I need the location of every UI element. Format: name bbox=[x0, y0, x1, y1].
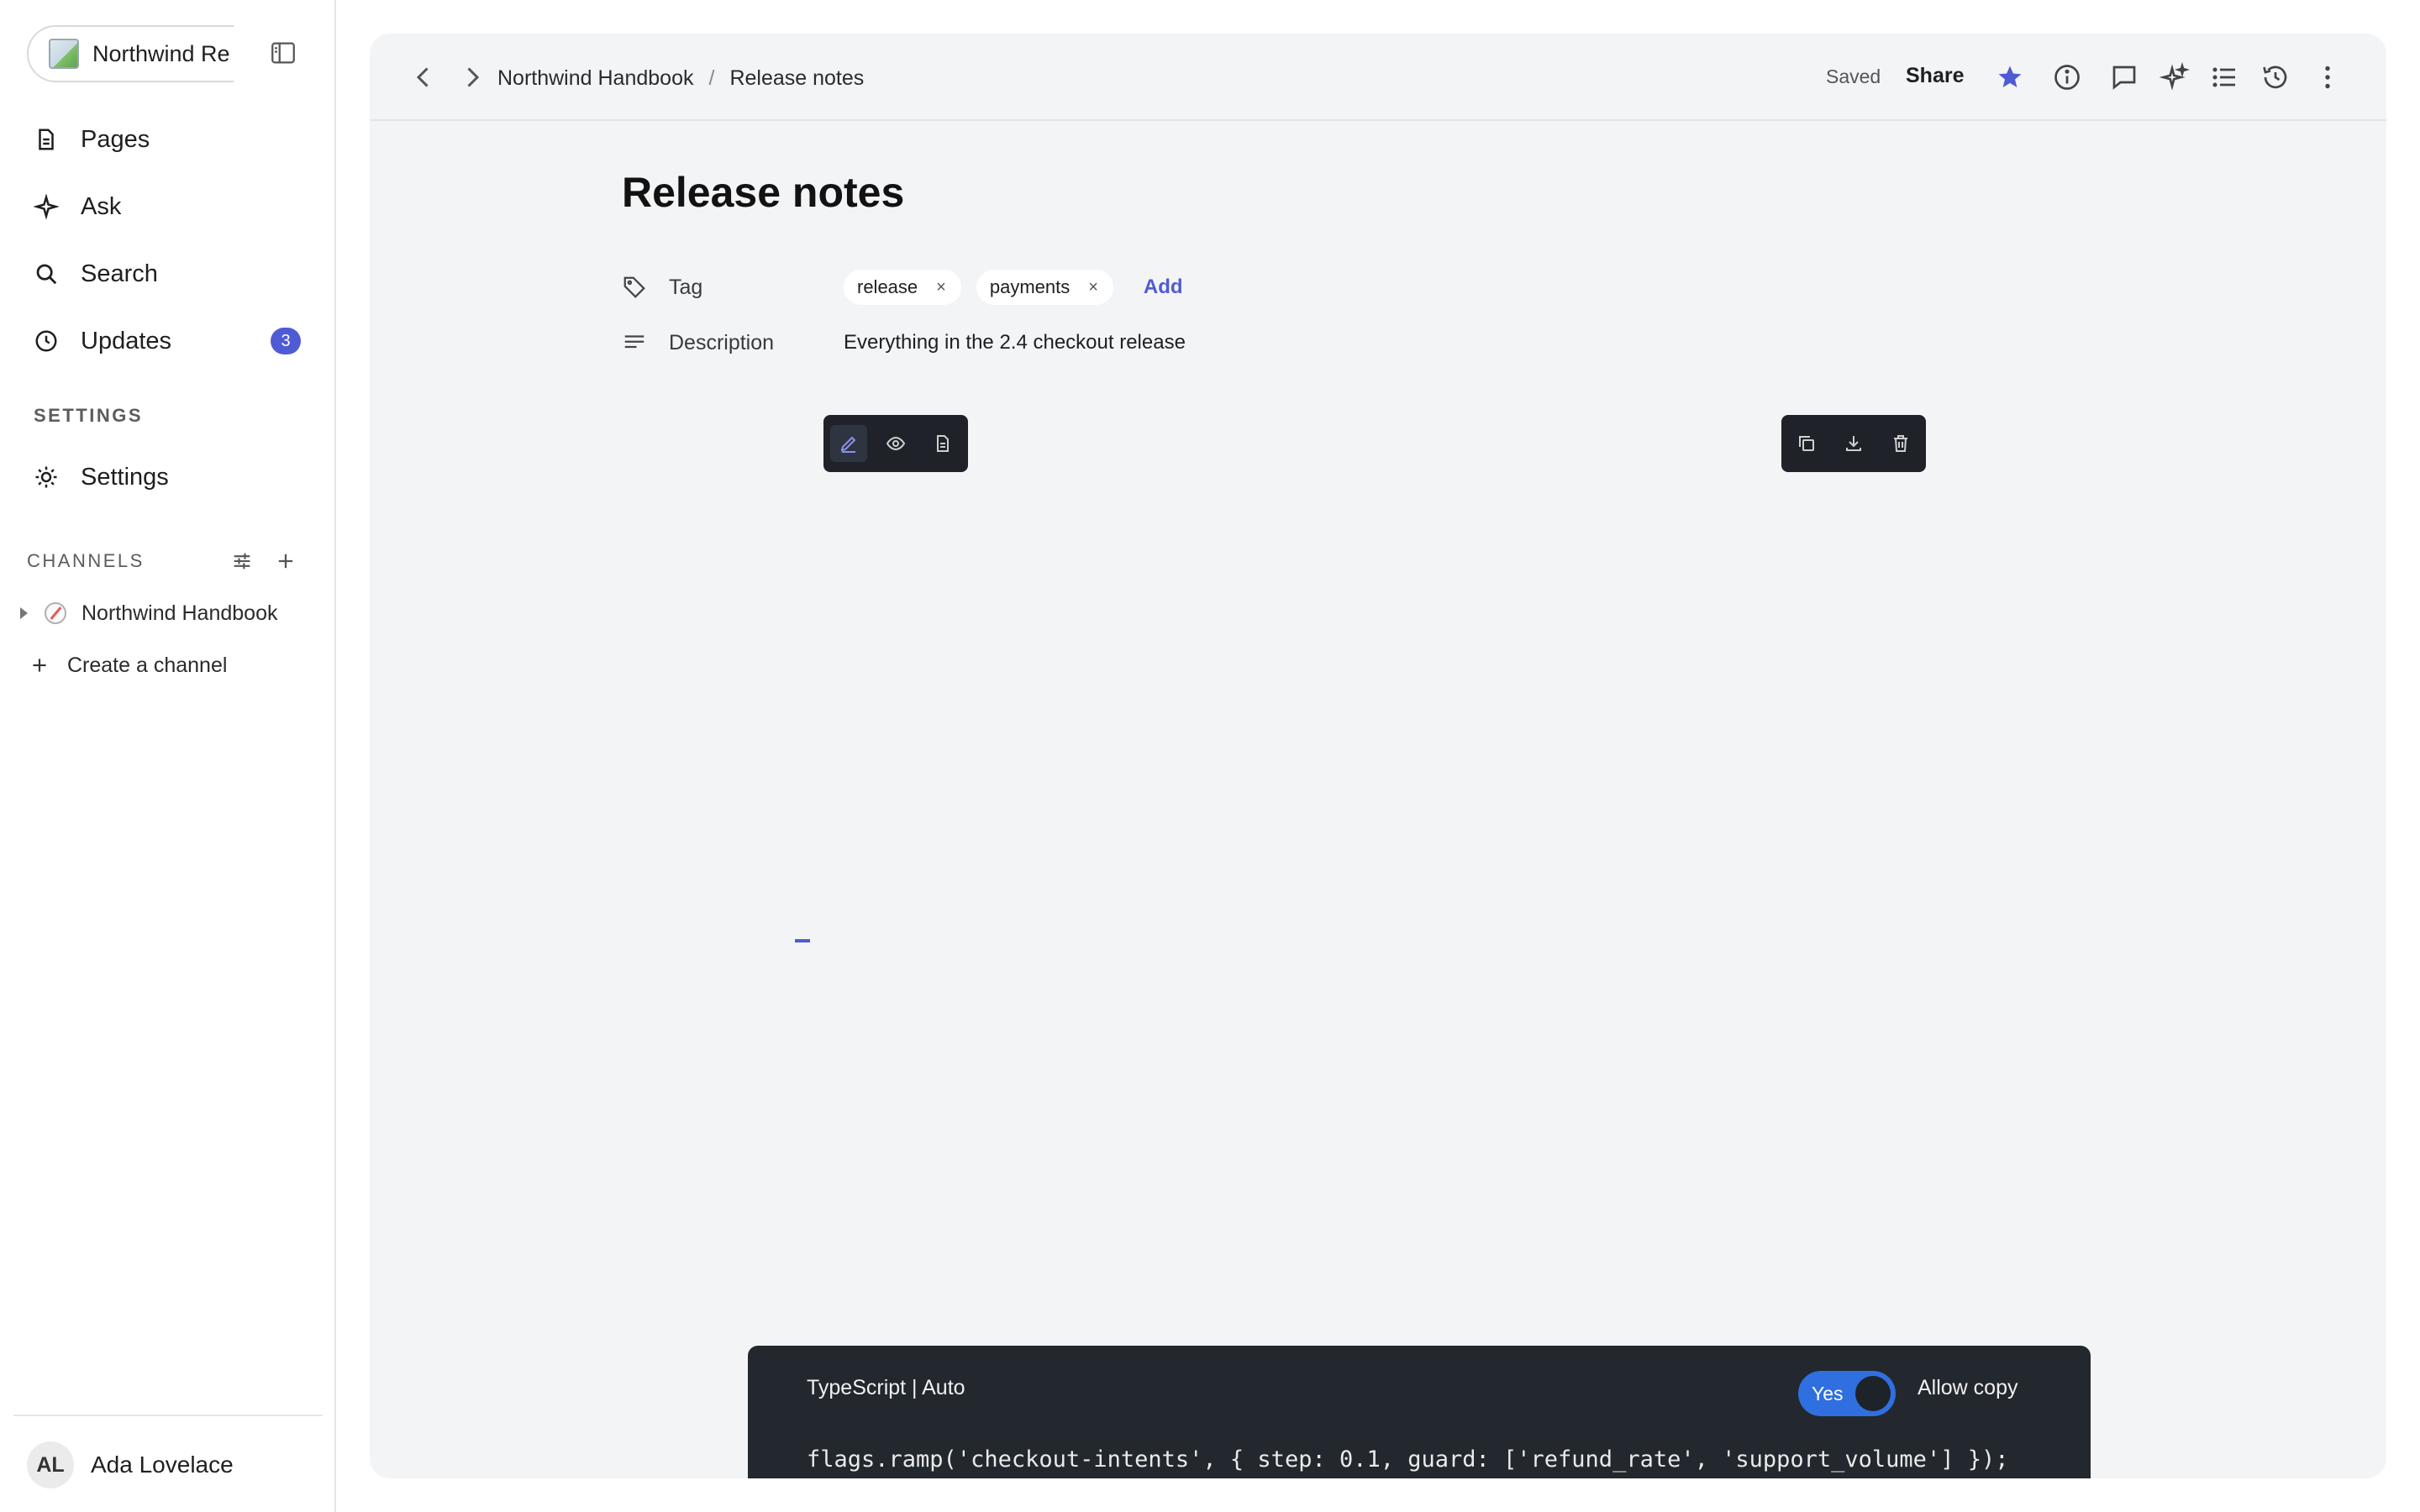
save-status: Saved bbox=[1826, 66, 1881, 87]
copy-block-button[interactable] bbox=[1788, 425, 1825, 462]
star-icon[interactable] bbox=[1995, 62, 2025, 92]
channel-label: Northwind Handbook bbox=[82, 601, 278, 625]
sidebar-item-ask[interactable]: Ask bbox=[22, 173, 316, 240]
back-arrow-icon[interactable] bbox=[408, 62, 439, 92]
share-button[interactable]: Share bbox=[1906, 64, 1964, 88]
create-channel-label: Create a channel bbox=[67, 653, 228, 677]
updates-count-badge: 3 bbox=[271, 328, 301, 354]
divider bbox=[13, 1415, 323, 1416]
compass-icon bbox=[45, 602, 66, 624]
download-icon bbox=[1846, 436, 1861, 451]
allow-copy-label: Allow copy bbox=[1918, 1376, 2018, 1399]
download-block-button[interactable] bbox=[1835, 425, 1872, 462]
sidebar-item-label: Updates bbox=[81, 327, 172, 354]
remove-tag-icon[interactable]: × bbox=[1088, 278, 1098, 297]
search-icon bbox=[36, 264, 57, 285]
sidebar-item-search[interactable]: Search bbox=[22, 240, 316, 307]
tag-chip-label: payments bbox=[989, 276, 1071, 297]
tag-icon bbox=[623, 276, 645, 298]
block-actions-toolbar bbox=[1781, 415, 1926, 472]
page-title[interactable]: Release notes bbox=[622, 168, 2134, 222]
channels-header: CHANNELS bbox=[27, 546, 304, 576]
text-lines-icon bbox=[624, 335, 644, 349]
settings-section-label: SETTINGS bbox=[34, 405, 144, 426]
trash-icon bbox=[1894, 435, 1907, 452]
description-value[interactable]: Everything in the 2.4 checkout release bbox=[844, 331, 1186, 354]
toggle-label: Yes bbox=[1812, 1382, 1844, 1404]
main-panel: Northwind Handbook / Release notes Saved… bbox=[370, 34, 2386, 1478]
allow-copy-toggle[interactable]: Yes bbox=[1798, 1371, 1896, 1416]
forward-arrow-icon[interactable] bbox=[457, 62, 487, 92]
avatar: AL bbox=[27, 1441, 74, 1488]
outline-list-icon[interactable] bbox=[2210, 62, 2240, 92]
add-channel-icon[interactable] bbox=[274, 549, 297, 573]
pencil-icon bbox=[840, 436, 856, 453]
history-icon[interactable] bbox=[2260, 62, 2291, 92]
edit-mode-button[interactable] bbox=[830, 425, 867, 462]
expand-caret-icon[interactable] bbox=[20, 607, 28, 619]
sidebar-item-label: Ask bbox=[81, 192, 122, 220]
page-icon bbox=[39, 129, 54, 150]
add-tag-button[interactable]: Add bbox=[1144, 276, 1183, 299]
sidebar-item-pages[interactable]: Pages bbox=[22, 106, 316, 173]
sidebar-toggle-icon[interactable] bbox=[269, 39, 297, 67]
tag-chip-label: release bbox=[857, 276, 918, 297]
code-content[interactable]: flags.ramp('checkout-intents', { step: 0… bbox=[807, 1446, 2008, 1473]
gear-icon bbox=[35, 466, 57, 488]
sidebar-item-settings[interactable]: Settings bbox=[22, 444, 316, 511]
comment-icon[interactable] bbox=[2109, 62, 2139, 92]
channels-section-label: CHANNELS bbox=[27, 550, 145, 571]
top-bar: Northwind Handbook / Release notes Saved… bbox=[370, 34, 2386, 121]
info-icon[interactable] bbox=[2052, 62, 2082, 92]
sidebar: Northwind Re Pages Ask Search Updates 3 … bbox=[0, 0, 336, 1512]
document-icon bbox=[937, 435, 949, 452]
code-language-selector[interactable]: TypeScript | Auto bbox=[807, 1376, 965, 1400]
tag-label: Tag bbox=[669, 275, 703, 299]
source-mode-button[interactable] bbox=[924, 425, 961, 462]
workspace-name: Northwind Re bbox=[92, 40, 230, 66]
copy-icon bbox=[1799, 436, 1814, 451]
user-name: Ada Lovelace bbox=[91, 1452, 234, 1478]
sidebar-nav: Pages Ask Search Updates 3 bbox=[22, 106, 316, 375]
more-options-icon[interactable] bbox=[2312, 62, 2343, 92]
channel-item-northwind-handbook[interactable]: Northwind Handbook bbox=[15, 596, 277, 630]
user-profile[interactable]: AL Ada Lovelace bbox=[27, 1440, 234, 1490]
description-label: Description bbox=[669, 330, 775, 354]
breadcrumb-channel[interactable]: Northwind Handbook bbox=[497, 66, 693, 91]
breadcrumb: Northwind Handbook / Release notes bbox=[497, 64, 864, 92]
create-channel-button[interactable]: Create a channel bbox=[29, 648, 227, 682]
view-mode-toolbar bbox=[823, 415, 968, 472]
sparkle-icon bbox=[34, 194, 59, 219]
sidebar-item-label: Settings bbox=[81, 463, 169, 491]
preview-mode-button[interactable] bbox=[877, 425, 914, 462]
breadcrumb-page[interactable]: Release notes bbox=[729, 66, 864, 91]
text-cursor bbox=[795, 939, 810, 942]
document: Release notes Tag release × payments × A… bbox=[622, 168, 2134, 354]
tag-chip-release[interactable]: release × bbox=[844, 270, 961, 305]
workspace-logo bbox=[49, 39, 79, 69]
sidebar-item-label: Search bbox=[81, 260, 158, 287]
delete-block-button[interactable] bbox=[1882, 425, 1919, 462]
toggle-knob bbox=[1855, 1376, 1891, 1411]
tag-chip-payments[interactable]: payments × bbox=[976, 270, 1113, 305]
breadcrumb-separator: / bbox=[708, 66, 715, 90]
eye-icon bbox=[886, 436, 906, 451]
code-block[interactable]: TypeScript | Auto Yes Allow copy flags.r… bbox=[748, 1346, 2091, 1478]
filter-sliders-icon[interactable] bbox=[230, 549, 254, 573]
sidebar-item-updates[interactable]: Updates 3 bbox=[22, 307, 316, 375]
description-property-row: Description Everything in the 2.4 checko… bbox=[622, 324, 1186, 361]
ai-sparkle-icon[interactable] bbox=[2160, 62, 2190, 92]
clock-icon bbox=[35, 330, 57, 352]
plus-icon bbox=[33, 659, 46, 672]
tag-property-row: Tag release × payments × Add bbox=[622, 269, 1183, 306]
sidebar-item-label: Pages bbox=[81, 125, 150, 153]
workspace-switcher[interactable]: Northwind Re bbox=[27, 25, 234, 82]
remove-tag-icon[interactable]: × bbox=[936, 278, 946, 297]
